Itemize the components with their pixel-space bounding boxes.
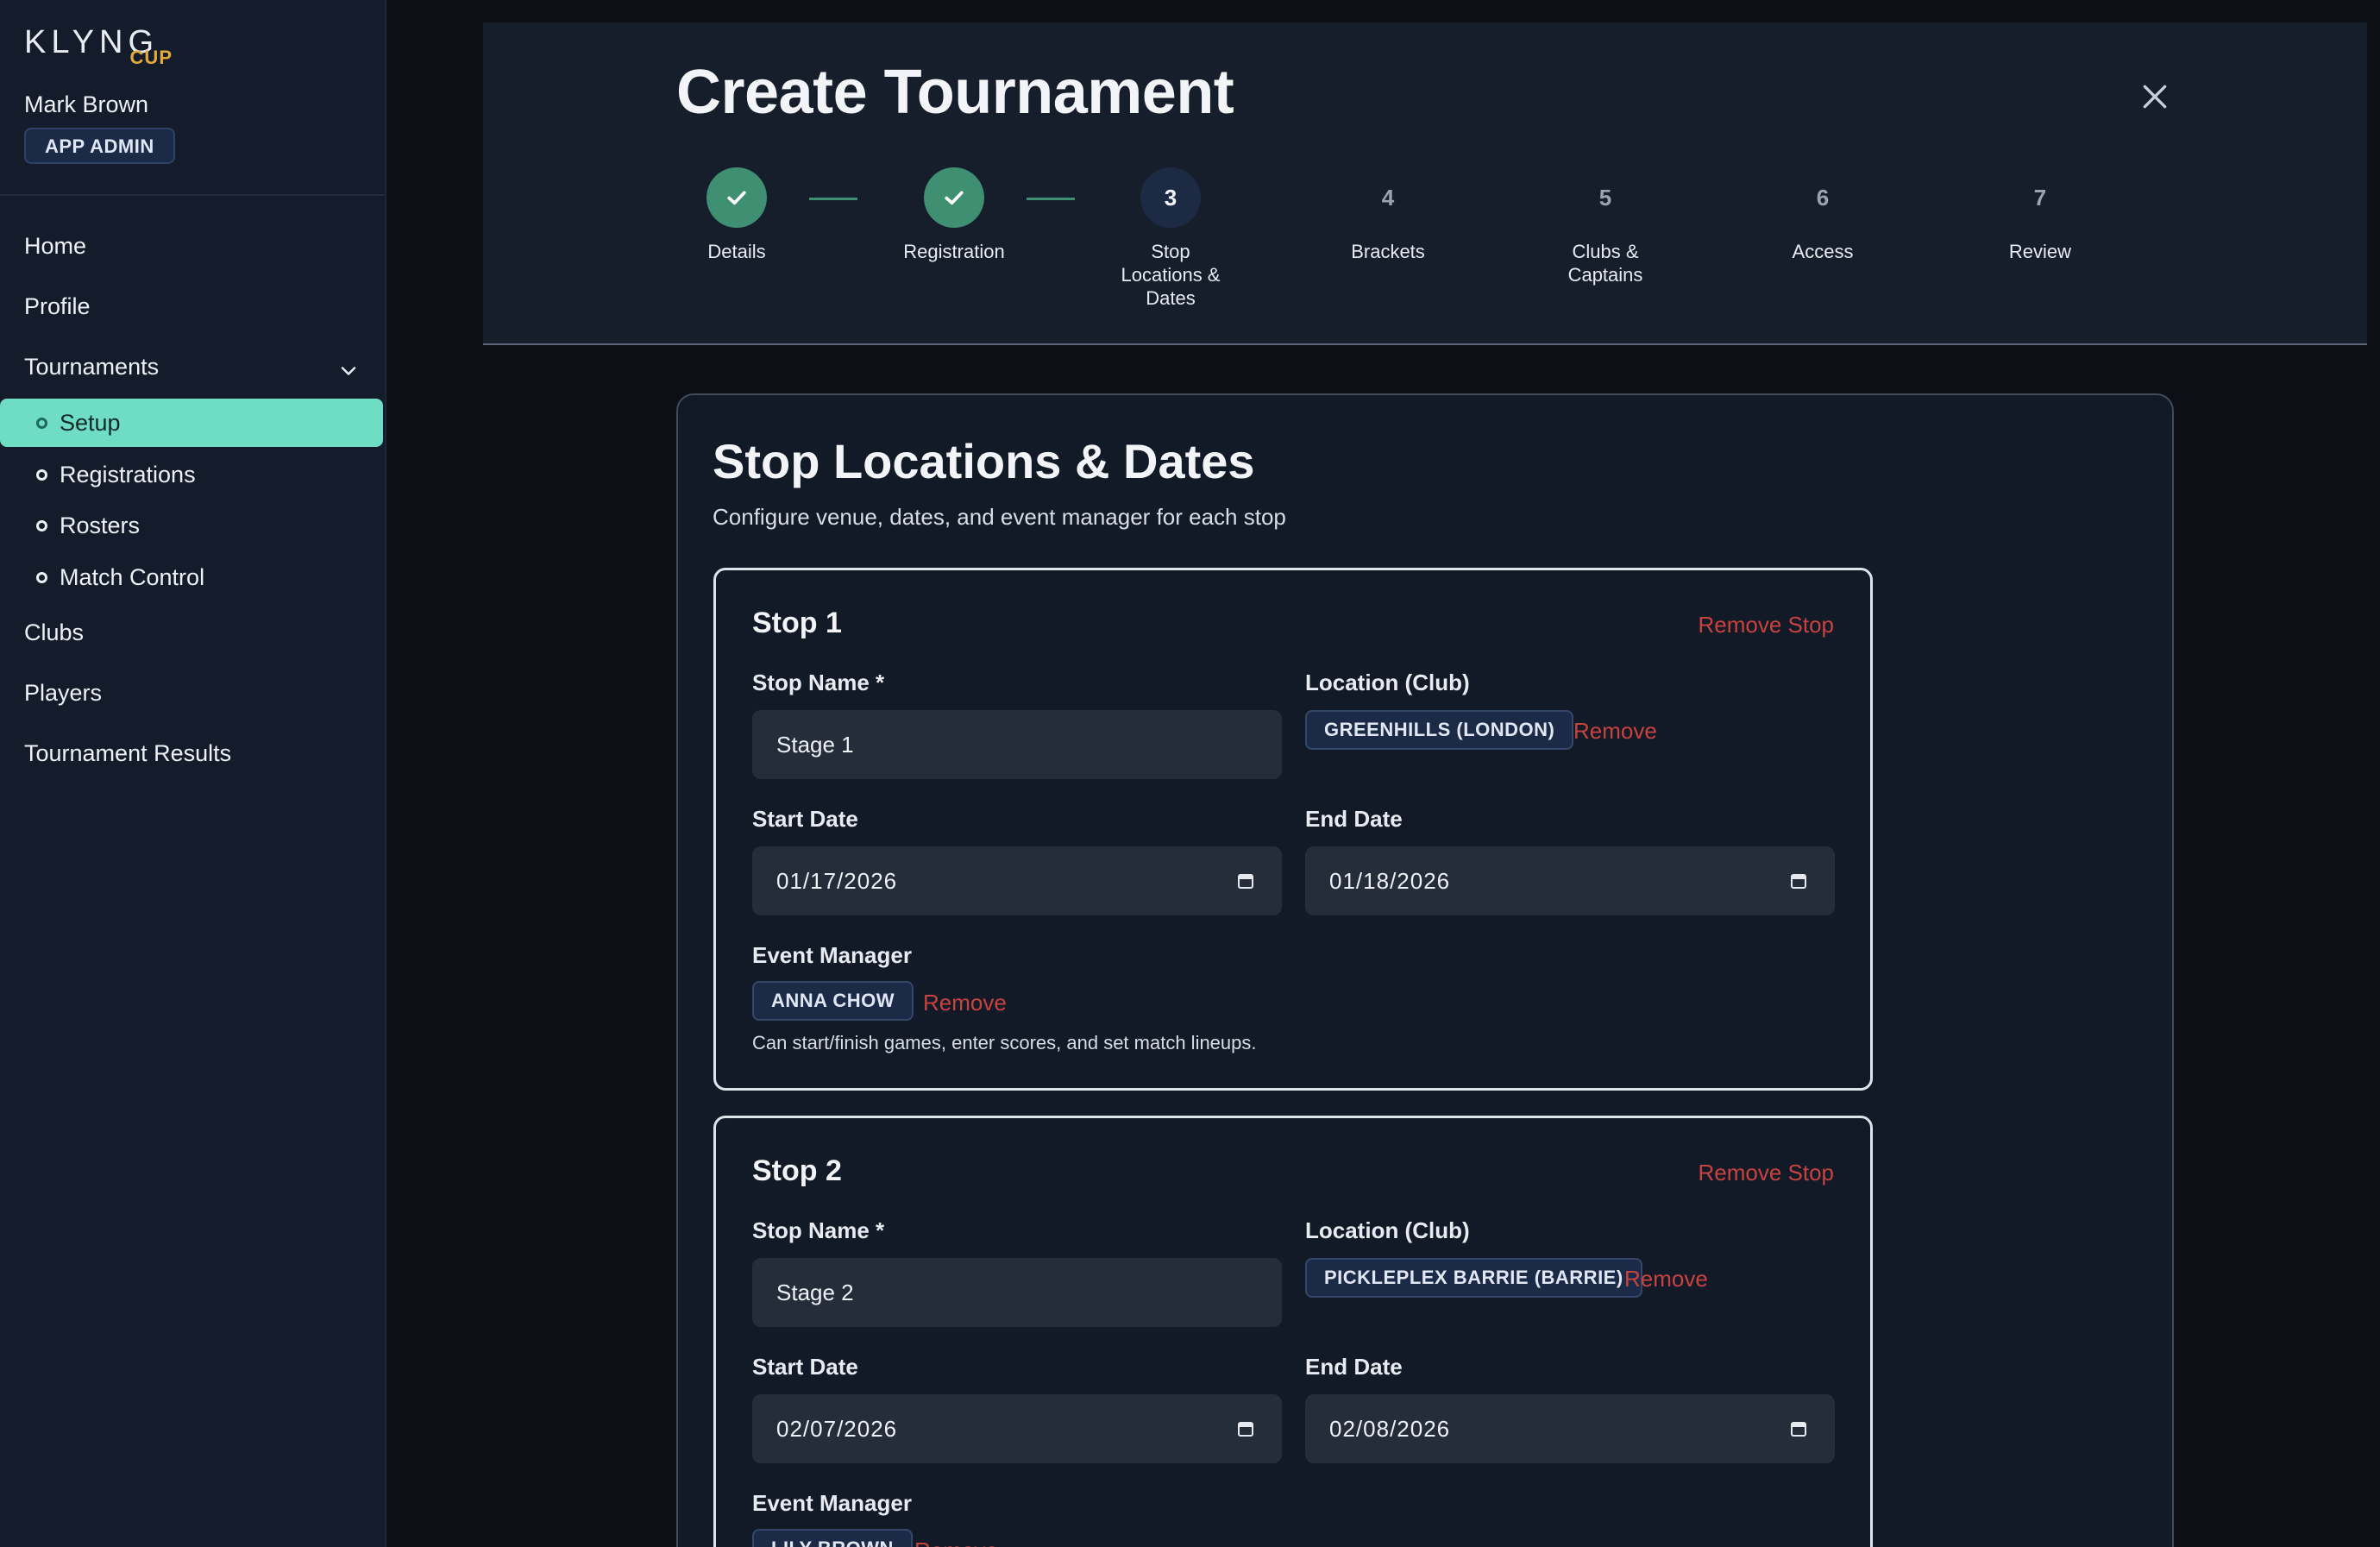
step-label: Details	[707, 241, 766, 262]
event-manager-chip: LILY BROWN	[752, 1529, 913, 1547]
step-connector	[1027, 198, 1075, 200]
location-label: Location (Club)	[1305, 1217, 1470, 1243]
check-icon	[945, 191, 964, 205]
sidebar-item-profile[interactable]: Profile	[24, 293, 91, 320]
stop-name-input[interactable]: Stage 1	[752, 710, 1282, 779]
start-date-label: Start Date	[752, 1354, 858, 1380]
calendar-icon[interactable]	[1790, 1420, 1807, 1437]
step-label: Registration	[903, 241, 1005, 262]
stop-card: Stop 2 Remove Stop Stop Name * Stage 2 L…	[713, 1116, 1873, 1547]
end-date-input[interactable]: 02/08/2026	[1305, 1394, 1835, 1463]
remove-manager-link[interactable]: Remove	[914, 1538, 998, 1547]
section-title: Stop Locations & Dates	[713, 434, 1255, 488]
sidebar-subitem-label: Rosters	[60, 512, 141, 538]
sidebar-subitem-rosters[interactable]: Rosters	[0, 501, 383, 550]
location-chip: GREENHILLS (LONDON)	[1305, 710, 1574, 750]
sidebar-item-clubs[interactable]: Clubs	[24, 619, 84, 646]
sidebar-subitem-label: Match Control	[60, 563, 205, 590]
chevron-down-icon[interactable]	[336, 359, 361, 383]
close-icon[interactable]	[2138, 79, 2172, 114]
klyng-cup-logo[interactable]: KLYNG CUP	[24, 26, 179, 69]
bullet-icon	[36, 469, 47, 481]
stop-title: Stop 1	[752, 607, 842, 639]
remove-location-link[interactable]: Remove	[1624, 1266, 1708, 1292]
step-connector	[809, 198, 857, 200]
end-date-input[interactable]: 01/18/2026	[1305, 846, 1835, 915]
sidebar-subitem-match-control[interactable]: Match Control	[0, 553, 383, 601]
step-access[interactable]: 6 Access	[1728, 167, 1918, 263]
remove-stop-button[interactable]: Remove Stop	[1698, 612, 1834, 638]
calendar-icon[interactable]	[1237, 872, 1254, 890]
stop-name-label: Stop Name *	[752, 1217, 885, 1243]
stop-name-label: Stop Name *	[752, 670, 885, 695]
logo-sub: CUP	[129, 47, 173, 68]
calendar-icon[interactable]	[1790, 872, 1807, 890]
location-label: Location (Club)	[1305, 670, 1470, 695]
page-title: Create Tournament	[676, 58, 1234, 127]
start-date-input[interactable]: 01/17/2026	[752, 846, 1282, 915]
step-label: Brackets	[1351, 241, 1425, 262]
step-label: Stop Locations & Dates	[1121, 241, 1221, 309]
start-date-input[interactable]: 02/07/2026	[752, 1394, 1282, 1463]
step-registration[interactable]: Registration	[859, 167, 1049, 263]
event-manager-label: Event Manager	[752, 1490, 912, 1516]
bullet-icon	[36, 571, 47, 583]
sidebar-subitem-label: Setup	[60, 409, 121, 436]
sidebar-divider	[0, 194, 385, 196]
sidebar-subitem-setup[interactable]: Setup	[0, 399, 383, 447]
step-stop-locations[interactable]: 3 Stop Locations & Dates	[1076, 167, 1265, 310]
step-circle: 7	[2033, 184, 2047, 211]
bullet-icon	[36, 519, 47, 531]
sidebar-item-tournament-results[interactable]: Tournament Results	[24, 740, 231, 767]
step-clubs-captains[interactable]: 5 Clubs & Captains	[1510, 167, 1700, 286]
start-date-value: 02/07/2026	[776, 1415, 898, 1442]
sidebar-item-tournaments[interactable]: Tournaments	[24, 354, 159, 380]
sidebar: KLYNG CUP Mark Brown APP ADMIN Home Prof…	[0, 0, 386, 1547]
step-circle: 6	[1816, 184, 1830, 211]
calendar-icon[interactable]	[1237, 1420, 1254, 1437]
stop-title: Stop 2	[752, 1154, 842, 1187]
step-circle: 3	[1140, 167, 1201, 228]
step-circle: 5	[1598, 184, 1612, 211]
bullet-icon	[36, 417, 47, 429]
end-date-label: End Date	[1305, 1354, 1403, 1380]
step-circle: 4	[1381, 184, 1395, 211]
sidebar-item-home[interactable]: Home	[24, 233, 86, 260]
section-subtitle: Configure venue, dates, and event manage…	[713, 504, 1286, 530]
event-manager-label: Event Manager	[752, 942, 912, 968]
step-label: Clubs & Captains	[1567, 241, 1643, 286]
remove-location-link[interactable]: Remove	[1573, 718, 1657, 745]
stop-name-input[interactable]: Stage 2	[752, 1258, 1282, 1327]
end-date-label: End Date	[1305, 806, 1403, 832]
step-brackets[interactable]: 4 Brackets	[1293, 167, 1483, 263]
step-circle	[924, 167, 984, 228]
step-review[interactable]: 7 Review	[1945, 167, 2135, 263]
sidebar-subitem-label: Registrations	[60, 461, 196, 487]
event-manager-chip: ANNA CHOW	[752, 981, 914, 1021]
step-details[interactable]: Details	[642, 167, 832, 263]
event-manager-hint: Can start/finish games, enter scores, an…	[752, 1032, 1257, 1053]
check-icon	[727, 191, 746, 205]
location-chip: PICKLEPLEX BARRIE (BARRIE)	[1305, 1258, 1642, 1298]
start-date-value: 01/17/2026	[776, 867, 898, 894]
end-date-value: 01/18/2026	[1329, 867, 1451, 894]
end-date-value: 02/08/2026	[1329, 1415, 1451, 1442]
step-label: Review	[2008, 241, 2072, 262]
remove-stop-button[interactable]: Remove Stop	[1698, 1160, 1834, 1186]
start-date-label: Start Date	[752, 806, 858, 832]
stop-card: Stop 1 Remove Stop Stop Name * Stage 1 L…	[713, 568, 1873, 1091]
role-badge: APP ADMIN	[24, 128, 175, 164]
step-label: Access	[1792, 241, 1854, 262]
sidebar-item-players[interactable]: Players	[24, 680, 102, 707]
sidebar-subitem-registrations[interactable]: Registrations	[0, 450, 383, 499]
step-circle	[706, 167, 767, 228]
remove-manager-link[interactable]: Remove	[923, 990, 1007, 1016]
user-name: Mark Brown	[24, 91, 149, 117]
